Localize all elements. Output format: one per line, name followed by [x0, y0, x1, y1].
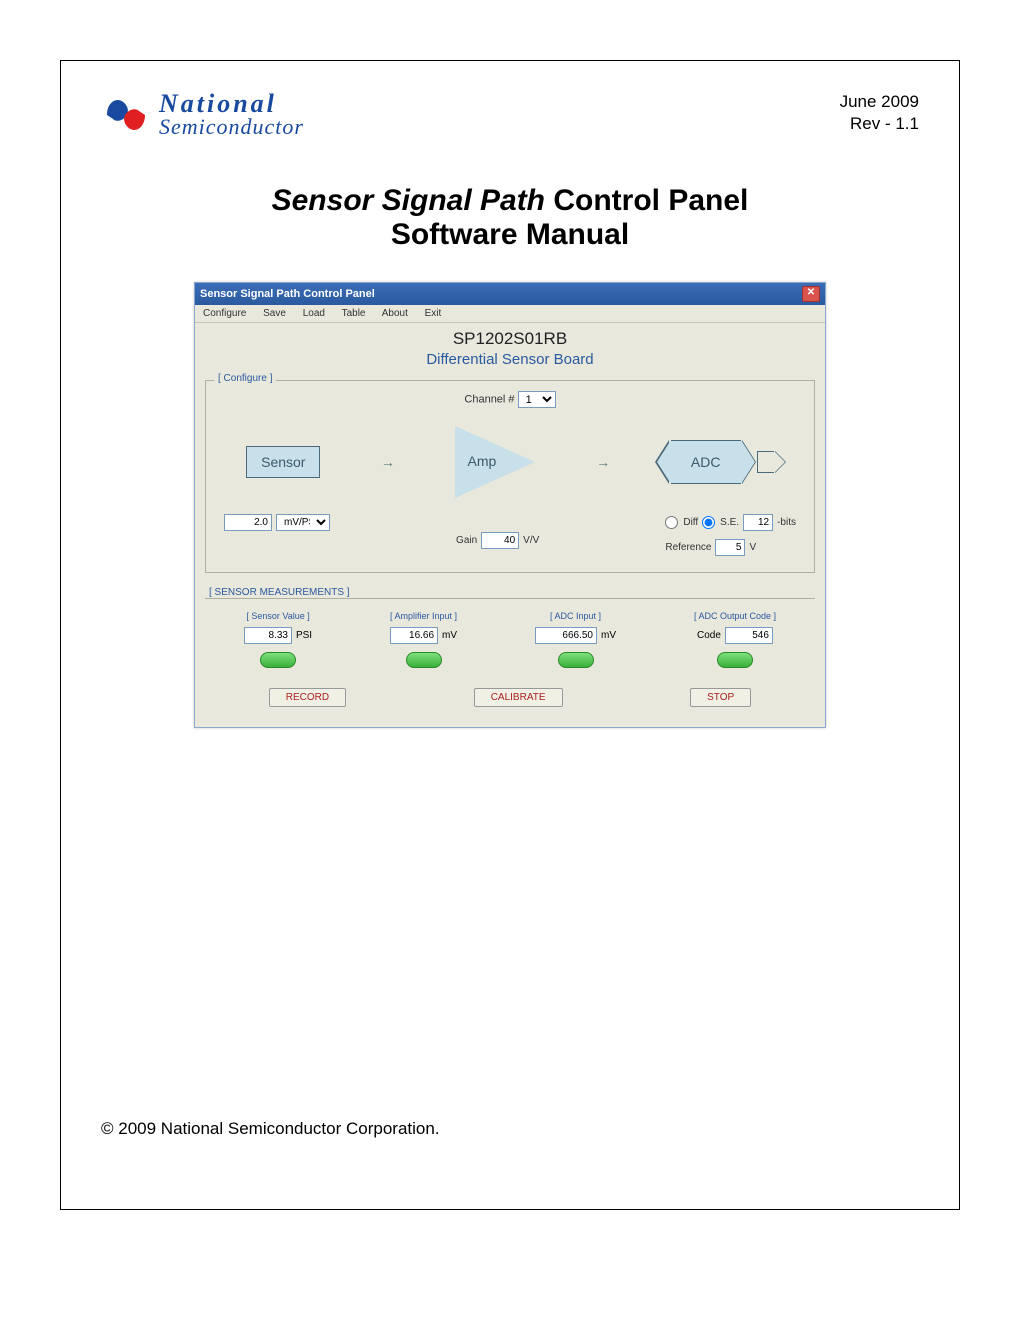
- menu-about[interactable]: About: [382, 308, 408, 319]
- meas-label: [ Amplifier Input ]: [390, 611, 457, 621]
- logo-sub: Semiconductor: [159, 117, 304, 138]
- stop-button[interactable]: STOP: [690, 688, 751, 707]
- sensor-sensitivity-input[interactable]: [224, 514, 272, 531]
- amp-params: Gain V/V: [456, 514, 539, 556]
- window-title: Sensor Signal Path Control Panel: [200, 288, 375, 300]
- meas-label: [ Sensor Value ]: [244, 611, 312, 621]
- param-row: mV/PSI Gain V/V D: [216, 514, 804, 556]
- logo-text: National Semiconductor: [159, 92, 304, 138]
- menubar: Configure Save Load Table About Exit: [195, 305, 825, 323]
- menu-exit[interactable]: Exit: [425, 308, 442, 319]
- output-arrow-icon: [757, 451, 774, 473]
- meas-amp-input: [ Amplifier Input ] mV: [390, 611, 457, 668]
- bits-unit: -bits: [777, 517, 796, 528]
- adc-code-readout: [725, 627, 773, 644]
- gain-unit: V/V: [523, 535, 539, 546]
- calibrate-button[interactable]: CALIBRATE: [474, 688, 563, 707]
- measurements-legend: [ SENSOR MEASUREMENTS ]: [209, 587, 815, 598]
- document-page: National Semiconductor June 2009 Rev - 1…: [60, 60, 960, 1210]
- logo-icon: [101, 91, 151, 139]
- meas-adc-code: [ ADC Output Code ] Code: [694, 611, 776, 668]
- block-adc: ADC: [671, 440, 741, 484]
- signal-path-diagram: Sensor → Amp → ADC: [216, 426, 804, 498]
- channel-select[interactable]: 1: [518, 391, 556, 408]
- amp-input-readout: [390, 627, 438, 644]
- copyright: © 2009 National Semiconductor Corporatio…: [101, 1119, 440, 1139]
- action-row: RECORD CALIBRATE STOP: [205, 688, 815, 707]
- meas-sensor-value: [ Sensor Value ] PSI: [244, 611, 312, 668]
- menu-load[interactable]: Load: [303, 308, 325, 319]
- block-adc-wrap: ADC: [671, 440, 774, 484]
- configure-legend: [ Configure ]: [214, 373, 276, 384]
- adc-input-readout: [535, 627, 597, 644]
- app-window: Sensor Signal Path Control Panel ✕ Confi…: [194, 282, 826, 728]
- meas-label: [ ADC Output Code ]: [694, 611, 776, 621]
- gain-label: Gain: [456, 535, 477, 546]
- measurements-panel: [ SENSOR MEASUREMENTS ] [ Sensor Value ]…: [205, 587, 815, 707]
- app-body: SP1202S01RB Differential Sensor Board [ …: [195, 323, 825, 727]
- channel-label: Channel #: [464, 394, 514, 406]
- measurements-row: [ Sensor Value ] PSI [ Amplifier Input ]…: [205, 598, 815, 674]
- titlebar: Sensor Signal Path Control Panel ✕: [195, 283, 825, 305]
- board-id: SP1202S01RB: [205, 329, 815, 349]
- sensor-params: mV/PSI: [224, 514, 330, 556]
- block-amp: Amp: [455, 426, 535, 498]
- document-title: Sensor Signal Path Control Panel Softwar…: [101, 184, 919, 252]
- title-italic: Sensor Signal Path: [272, 184, 545, 217]
- adc-input-unit: mV: [601, 630, 616, 641]
- channel-row: Channel # 1: [216, 391, 804, 408]
- led-indicator: [260, 652, 296, 668]
- sensor-value-readout: [244, 627, 292, 644]
- block-sensor: Sensor: [246, 446, 320, 478]
- adc-code-prefix: Code: [697, 630, 721, 641]
- se-label: S.E.: [720, 517, 739, 528]
- doc-rev: Rev - 1.1: [840, 113, 919, 135]
- menu-table[interactable]: Table: [342, 308, 366, 319]
- sensor-unit-select[interactable]: mV/PSI: [276, 514, 330, 531]
- company-logo: National Semiconductor: [101, 91, 304, 139]
- diff-radio[interactable]: [665, 516, 678, 529]
- sensor-value-unit: PSI: [296, 630, 312, 641]
- arrow-icon: →: [381, 454, 395, 470]
- ref-label: Reference: [665, 542, 711, 553]
- diff-label: Diff: [683, 517, 698, 528]
- configure-panel: [ Configure ] Channel # 1 Sensor → Amp: [205, 380, 815, 573]
- doc-date: June 2009: [840, 91, 919, 113]
- ref-unit: V: [749, 542, 756, 553]
- title-line2: Software Manual: [101, 218, 919, 252]
- board-desc: Differential Sensor Board: [205, 351, 815, 368]
- page-header: National Semiconductor June 2009 Rev - 1…: [101, 91, 919, 139]
- title-line1: Sensor Signal Path Control Panel: [101, 184, 919, 218]
- meas-adc-input: [ ADC Input ] mV: [535, 611, 616, 668]
- close-icon[interactable]: ✕: [802, 286, 820, 302]
- se-radio[interactable]: [702, 516, 715, 529]
- bits-input[interactable]: [743, 514, 773, 531]
- gain-input[interactable]: [481, 532, 519, 549]
- amp-input-unit: mV: [442, 630, 457, 641]
- record-button[interactable]: RECORD: [269, 688, 346, 707]
- title-bold1: Control Panel: [545, 184, 748, 217]
- led-indicator: [717, 652, 753, 668]
- led-indicator: [558, 652, 594, 668]
- meas-label: [ ADC Input ]: [535, 611, 616, 621]
- menu-save[interactable]: Save: [263, 308, 286, 319]
- date-revision: June 2009 Rev - 1.1: [840, 91, 919, 135]
- adc-params: Diff S.E. -bits Reference V: [665, 514, 796, 556]
- led-indicator: [406, 652, 442, 668]
- block-amp-wrap: Amp: [455, 426, 535, 498]
- ref-input[interactable]: [715, 539, 745, 556]
- arrow-icon: →: [596, 454, 610, 470]
- amp-label: Amp: [467, 453, 496, 469]
- menu-configure[interactable]: Configure: [203, 308, 246, 319]
